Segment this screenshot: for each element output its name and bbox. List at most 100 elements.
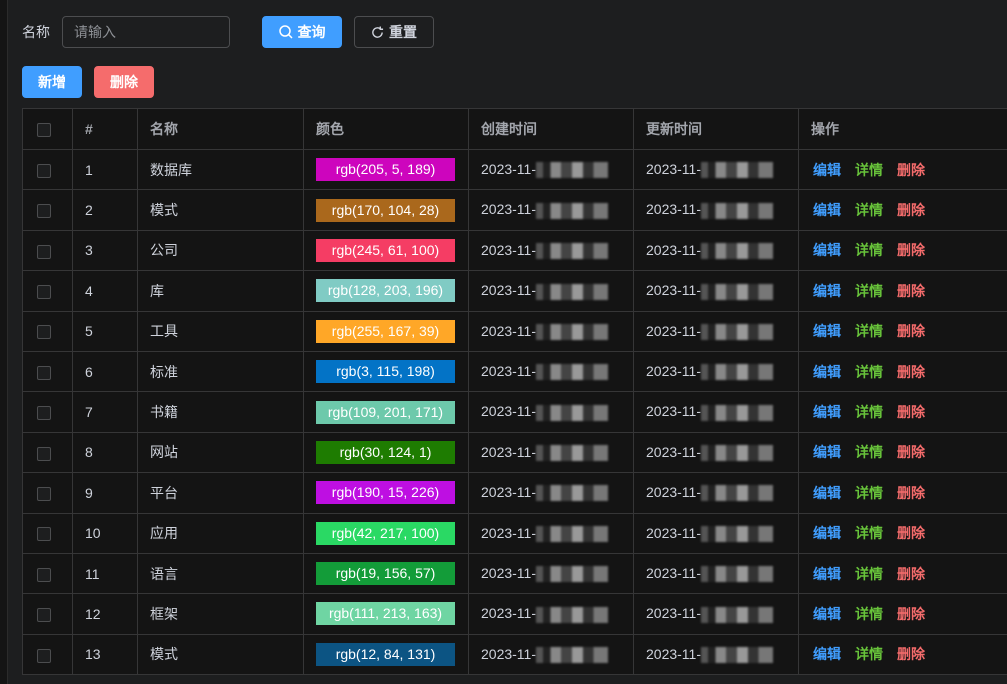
detail-link[interactable]: 详情 bbox=[855, 404, 883, 420]
delete-link[interactable]: 删除 bbox=[897, 566, 925, 582]
detail-link[interactable]: 详情 bbox=[855, 566, 883, 582]
delete-link[interactable]: 删除 bbox=[897, 162, 925, 178]
row-checkbox[interactable] bbox=[37, 204, 51, 219]
edit-link[interactable]: 编辑 bbox=[813, 283, 841, 299]
table-row: 8 网站 rgb(30, 124, 1) 2023-11- 2023-11- 编… bbox=[22, 431, 1007, 474]
detail-link[interactable]: 详情 bbox=[855, 444, 883, 460]
row-checkbox[interactable] bbox=[37, 486, 51, 501]
delete-link[interactable]: 删除 bbox=[897, 525, 925, 541]
row-checkbox[interactable] bbox=[37, 567, 51, 582]
detail-link[interactable]: 详情 bbox=[855, 323, 883, 339]
color-chip: rgb(12, 84, 131) bbox=[316, 642, 455, 666]
row-index: 3 bbox=[72, 229, 138, 272]
table-header: # 名称 颜色 创建时间 更新时间 操作 bbox=[22, 108, 1007, 150]
toolbar: 新增 删除 bbox=[22, 66, 154, 98]
color-chip: rgb(3, 115, 198) bbox=[316, 360, 455, 384]
row-index: 6 bbox=[72, 350, 138, 393]
search-icon bbox=[278, 25, 293, 39]
delete-link[interactable]: 删除 bbox=[897, 283, 925, 299]
redacted-block bbox=[701, 445, 774, 462]
color-chip: rgb(109, 201, 171) bbox=[316, 400, 455, 424]
header-name: 名称 bbox=[137, 108, 304, 150]
edit-link[interactable]: 编辑 bbox=[813, 202, 841, 218]
row-checkbox[interactable] bbox=[37, 244, 51, 259]
detail-link[interactable]: 详情 bbox=[855, 525, 883, 541]
row-checkbox[interactable] bbox=[37, 406, 51, 421]
detail-link[interactable]: 详情 bbox=[855, 485, 883, 501]
color-chip: rgb(42, 217, 100) bbox=[316, 521, 455, 545]
table-row: 1 数据库 rgb(205, 5, 189) 2023-11- 2023-11-… bbox=[22, 148, 1007, 191]
detail-link[interactable]: 详情 bbox=[855, 162, 883, 178]
color-chip: rgb(170, 104, 28) bbox=[316, 198, 455, 222]
delete-button[interactable]: 删除 bbox=[94, 66, 154, 98]
delete-link[interactable]: 删除 bbox=[897, 404, 925, 420]
redacted-block bbox=[701, 364, 774, 381]
row-checkbox[interactable] bbox=[37, 608, 51, 623]
detail-link[interactable]: 详情 bbox=[855, 242, 883, 258]
edit-link[interactable]: 编辑 bbox=[813, 364, 841, 380]
delete-link[interactable]: 删除 bbox=[897, 606, 925, 622]
row-name: 书籍 bbox=[137, 391, 304, 433]
created-time: 2023-11- bbox=[481, 524, 537, 541]
add-button[interactable]: 新增 bbox=[22, 66, 82, 98]
row-checkbox[interactable] bbox=[37, 527, 51, 542]
edit-link[interactable]: 编辑 bbox=[813, 444, 841, 460]
detail-link[interactable]: 详情 bbox=[855, 606, 883, 622]
created-time: 2023-11- bbox=[481, 201, 537, 218]
redacted-block bbox=[701, 162, 774, 179]
row-checkbox[interactable] bbox=[37, 365, 51, 380]
created-time: 2023-11- bbox=[481, 241, 537, 258]
detail-link[interactable]: 详情 bbox=[855, 364, 883, 380]
detail-link[interactable]: 详情 bbox=[855, 202, 883, 218]
redacted-block bbox=[536, 404, 609, 421]
edit-link[interactable]: 编辑 bbox=[813, 525, 841, 541]
table-row: 12 框架 rgb(111, 213, 163) 2023-11- 2023-1… bbox=[22, 593, 1007, 635]
delete-link[interactable]: 删除 bbox=[897, 364, 925, 380]
reset-button[interactable]: 重置 bbox=[354, 16, 434, 48]
row-name: 应用 bbox=[137, 512, 304, 554]
row-index: 11 bbox=[72, 552, 138, 595]
query-button[interactable]: 查询 bbox=[262, 16, 342, 48]
row-checkbox[interactable] bbox=[37, 325, 51, 340]
detail-link[interactable]: 详情 bbox=[855, 646, 883, 662]
detail-link[interactable]: 详情 bbox=[855, 283, 883, 299]
updated-time: 2023-11- bbox=[646, 403, 702, 420]
row-checkbox[interactable] bbox=[37, 163, 51, 178]
delete-link[interactable]: 删除 bbox=[897, 444, 925, 460]
created-time: 2023-11- bbox=[481, 605, 537, 622]
color-chip: rgb(19, 156, 57) bbox=[316, 562, 455, 586]
edit-link[interactable]: 编辑 bbox=[813, 404, 841, 420]
created-time: 2023-11- bbox=[481, 645, 537, 662]
delete-link[interactable]: 删除 bbox=[897, 485, 925, 501]
select-all-checkbox[interactable] bbox=[37, 123, 51, 138]
delete-link[interactable]: 删除 bbox=[897, 242, 925, 258]
row-name: 语言 bbox=[137, 552, 304, 595]
row-checkbox[interactable] bbox=[37, 446, 51, 461]
redacted-block bbox=[536, 485, 609, 502]
color-chip: rgb(255, 167, 39) bbox=[316, 319, 455, 343]
row-name: 标准 bbox=[137, 350, 304, 393]
header-created: 创建时间 bbox=[468, 108, 634, 150]
updated-time: 2023-11- bbox=[646, 161, 702, 178]
updated-time: 2023-11- bbox=[646, 524, 702, 541]
created-time: 2023-11- bbox=[481, 282, 537, 299]
color-chip: rgb(111, 213, 163) bbox=[316, 602, 455, 626]
row-checkbox[interactable] bbox=[37, 648, 51, 663]
edit-link[interactable]: 编辑 bbox=[813, 323, 841, 339]
edit-link[interactable]: 编辑 bbox=[813, 162, 841, 178]
updated-time: 2023-11- bbox=[646, 564, 702, 581]
name-input[interactable] bbox=[62, 16, 230, 48]
delete-link[interactable]: 删除 bbox=[897, 646, 925, 662]
delete-link[interactable]: 删除 bbox=[897, 323, 925, 339]
row-checkbox[interactable] bbox=[37, 285, 51, 300]
refresh-icon bbox=[372, 25, 384, 38]
edit-link[interactable]: 编辑 bbox=[813, 646, 841, 662]
row-index: 7 bbox=[72, 391, 138, 433]
header-updated: 更新时间 bbox=[633, 108, 799, 150]
table-row: 10 应用 rgb(42, 217, 100) 2023-11- 2023-11… bbox=[22, 512, 1007, 554]
edit-link[interactable]: 编辑 bbox=[813, 566, 841, 582]
edit-link[interactable]: 编辑 bbox=[813, 242, 841, 258]
edit-link[interactable]: 编辑 bbox=[813, 485, 841, 501]
delete-link[interactable]: 删除 bbox=[897, 202, 925, 218]
edit-link[interactable]: 编辑 bbox=[813, 606, 841, 622]
